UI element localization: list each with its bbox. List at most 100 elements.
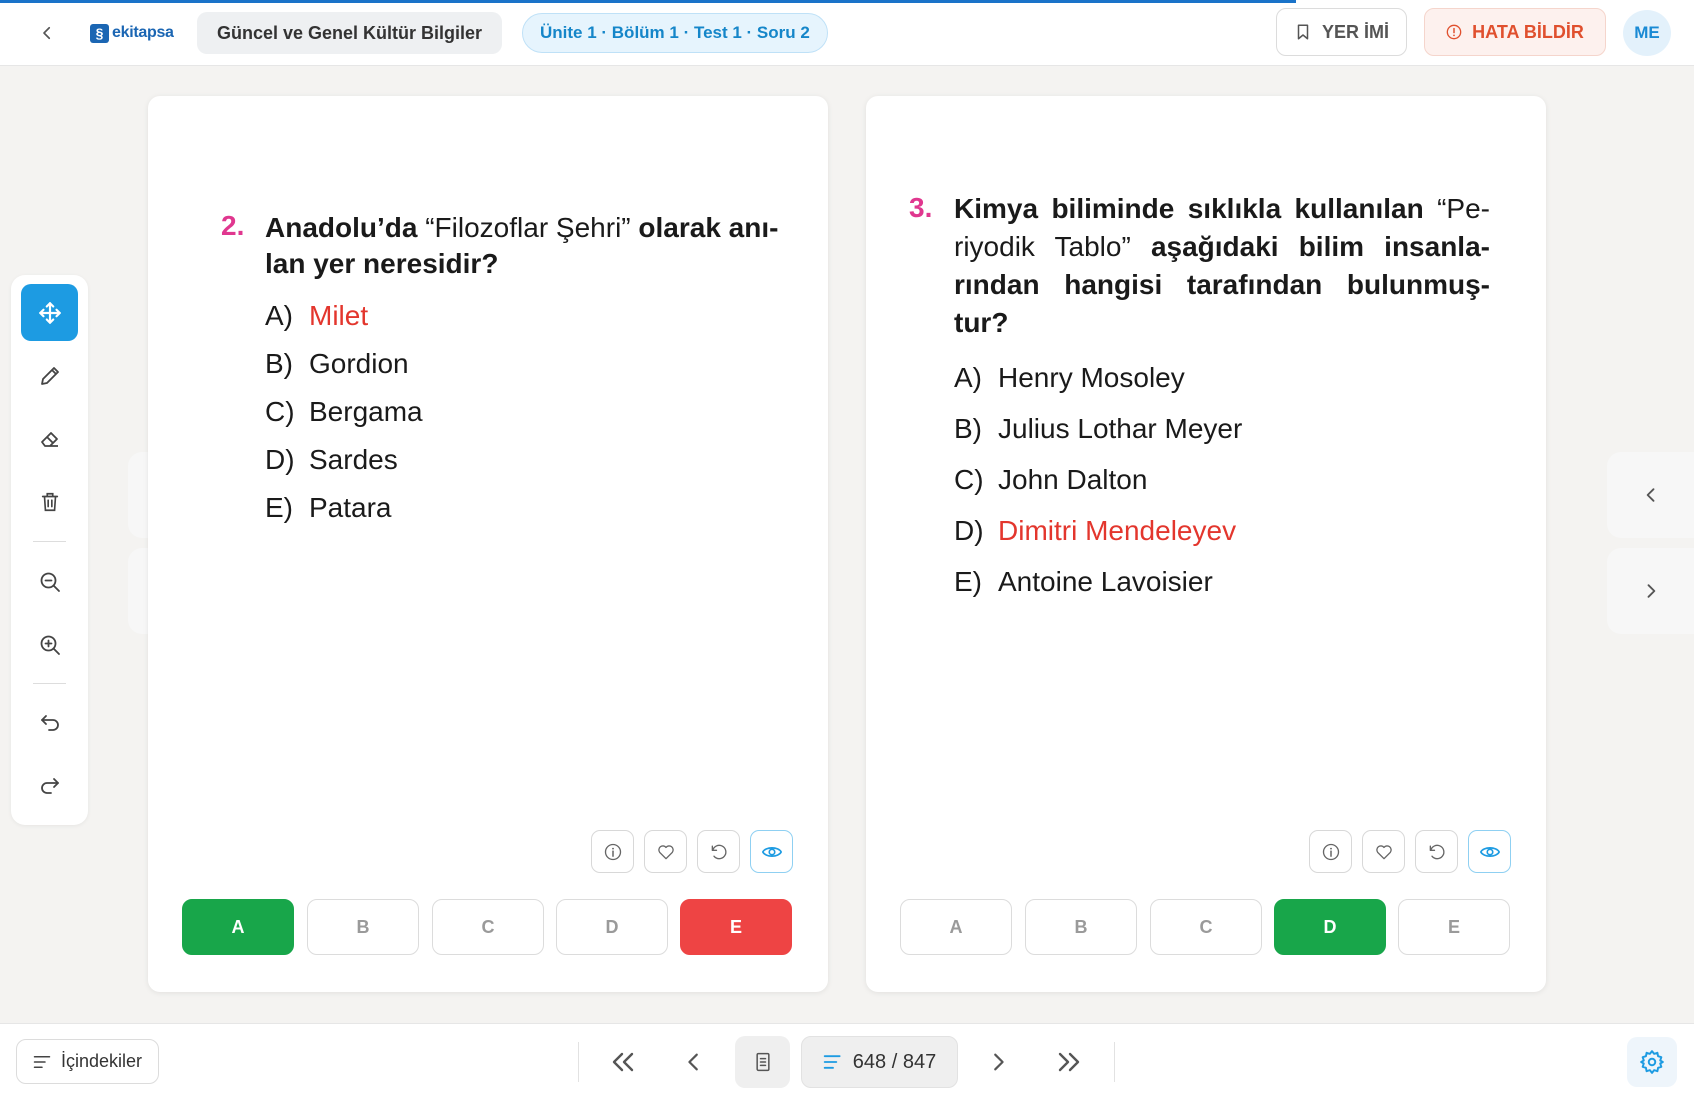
right-panel-prev-arrow[interactable] (1607, 452, 1694, 538)
info-icon (604, 843, 621, 860)
option-c[interactable]: C) John Dalton (954, 464, 1147, 496)
eraser-tool-button[interactable] (21, 410, 78, 467)
question-text-segment: rından hangisi tarafından bulunmuş- (954, 269, 1490, 300)
option-d[interactable]: D) Dimitri Mendeleyev (954, 515, 1236, 547)
option-text: Henry Mosoley (998, 362, 1185, 393)
question-line-1: Kimya biliminde sıklıkla kullanılan “Pe- (954, 190, 1490, 228)
question-line-2: riyodik Tablo” aşağıdaki bilim insanla- (954, 228, 1490, 266)
drawing-toolbar (11, 275, 88, 825)
gear-icon (1640, 1050, 1664, 1074)
question-number: 2. (221, 210, 245, 241)
option-e[interactable]: E) Antoine Lavoisier (954, 566, 1213, 598)
toc-label: İçindekiler (60, 1051, 143, 1071)
zoom-out-button[interactable] (21, 553, 78, 610)
option-a[interactable]: A) Milet (265, 300, 368, 332)
option-a[interactable]: A) Henry Mosoley (954, 362, 1185, 394)
page-counter[interactable]: 648 / 847 (801, 1036, 958, 1088)
rotate-ccw-icon (711, 844, 727, 859)
report-error-button[interactable]: HATA BİLDİR (1424, 8, 1606, 56)
favorite-button[interactable] (1362, 830, 1405, 873)
option-c[interactable]: C) Bergama (265, 396, 423, 428)
next-page-button[interactable] (973, 1039, 1023, 1085)
question-number: 3. (909, 192, 933, 223)
question-card-2: 2. Anadolu’da “Filozoflar Şehri” olarak … (148, 96, 828, 992)
user-avatar[interactable]: ME (1623, 10, 1671, 56)
last-page-button[interactable] (1044, 1039, 1094, 1085)
answer-button-c[interactable]: C (432, 899, 544, 955)
undo-button[interactable] (21, 692, 78, 749)
option-text: Dimitri Mendeleyev (998, 515, 1237, 546)
answer-button-e[interactable]: E (1398, 899, 1510, 955)
option-text: John Dalton (998, 464, 1148, 495)
table-of-contents-button[interactable]: İçindekiler (16, 1039, 159, 1084)
option-b[interactable]: B) Gordion (265, 348, 409, 380)
reset-answer-button[interactable] (697, 830, 740, 873)
question-location-badge: Ünite 1 · Bölüm 1 · Test 1 · Soru 2 (522, 13, 828, 53)
page-counter-text: 648 / 847 (852, 1050, 937, 1073)
divider (578, 1042, 579, 1082)
question-text-segment: “Pe- (1437, 193, 1490, 224)
answer-button-a[interactable]: A (900, 899, 1012, 955)
answer-button-b[interactable]: B (1025, 899, 1137, 955)
logo-text: ekitapsa (112, 24, 174, 41)
answer-button-d[interactable]: D (1274, 899, 1386, 955)
settings-button[interactable] (1627, 1037, 1677, 1087)
right-panel-next-arrow[interactable] (1607, 548, 1694, 634)
question-text-segment: aşağıdaki bilim insanla- (1150, 231, 1490, 262)
question-text-segment: tur? (954, 307, 1009, 338)
info-button[interactable] (591, 830, 634, 873)
option-letter: D) (954, 515, 984, 546)
question-text-segment: Kimya biliminde sıklıkla kullanılan (954, 193, 1438, 224)
redo-button[interactable] (21, 755, 78, 812)
app-logo[interactable]: § ekitapsa (90, 22, 174, 44)
reading-progress-bar (0, 0, 1296, 3)
option-d[interactable]: D) Sardes (265, 444, 398, 476)
answer-button-b[interactable]: B (307, 899, 419, 955)
answer-button-e[interactable]: E (680, 899, 792, 955)
chevron-left-icon (43, 26, 51, 40)
answer-button-c[interactable]: C (1150, 899, 1262, 955)
pencil-icon (40, 366, 59, 385)
first-page-button[interactable] (598, 1039, 648, 1085)
option-e[interactable]: E) Patara (265, 492, 392, 524)
option-letter: A) (954, 362, 982, 393)
undo-icon (40, 714, 59, 731)
option-letter: A) (265, 300, 293, 331)
option-letter: C) (265, 396, 295, 427)
bookmark-button[interactable]: YER İMİ (1276, 8, 1407, 56)
menu-lines-icon (33, 1055, 51, 1068)
double-chevron-right-icon (1058, 1052, 1080, 1072)
list-sort-icon (823, 1055, 841, 1069)
heart-icon (657, 844, 674, 859)
info-icon (1322, 843, 1339, 860)
chevron-right-icon (994, 1053, 1004, 1071)
favorite-button[interactable] (644, 830, 687, 873)
option-letter: C) (954, 464, 984, 495)
zoom-in-button[interactable] (21, 616, 78, 673)
info-button[interactable] (1309, 830, 1352, 873)
move-tool-button[interactable] (21, 284, 78, 341)
back-button[interactable] (30, 16, 64, 50)
option-text: Sardes (309, 444, 398, 475)
zoom-in-icon (40, 635, 60, 655)
double-chevron-left-icon (612, 1052, 634, 1072)
show-answer-button[interactable] (1468, 830, 1511, 873)
zoom-out-icon (40, 572, 60, 592)
reset-answer-button[interactable] (1415, 830, 1458, 873)
eye-icon (1479, 846, 1500, 857)
question-line-1: Anadolu’da “Filozoflar Şehri” olarak anı… (265, 210, 795, 246)
option-b[interactable]: B) Julius Lothar Meyer (954, 413, 1242, 445)
show-answer-button[interactable] (750, 830, 793, 873)
question-text-segment: olarak anı- (638, 212, 779, 243)
trash-icon (41, 492, 58, 511)
question-text-segment: lan yer neresidir? (265, 248, 499, 279)
toolbar-divider (33, 683, 66, 684)
previous-page-button[interactable] (669, 1039, 719, 1085)
redo-icon (40, 777, 59, 794)
page-view-button[interactable] (735, 1036, 790, 1088)
answer-button-a[interactable]: A (182, 899, 294, 955)
delete-drawing-button[interactable] (21, 473, 78, 530)
answer-button-d[interactable]: D (556, 899, 668, 955)
pen-tool-button[interactable] (21, 347, 78, 404)
bottom-bar: İçindekiler 648 / 847 (0, 1023, 1694, 1099)
